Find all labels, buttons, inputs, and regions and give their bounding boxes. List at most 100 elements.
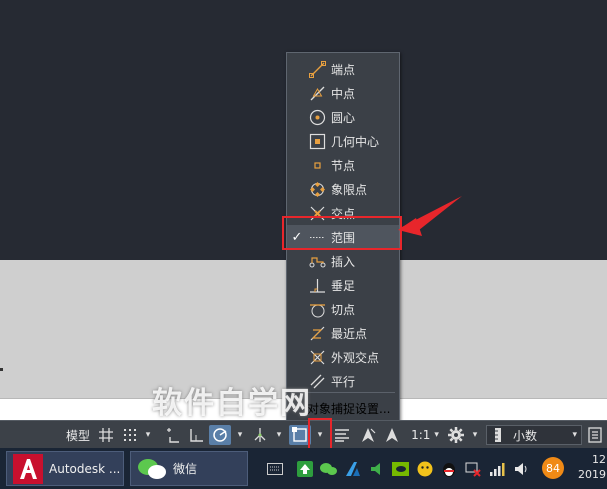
snap-item-apparent-intersection[interactable]: 外观交点 [287,345,399,369]
nvidia-icon [392,461,409,476]
taskbar-autocad-button[interactable]: Autodesk ... [6,451,124,486]
snap-item-label: 最近点 [331,326,368,341]
object-snap-icon [292,427,307,442]
customization-icon [588,427,602,443]
snap-item-label: 几何中心 [331,134,380,149]
yellow-face-icon [417,461,432,476]
snap-item-label: 节点 [331,158,356,173]
annotation-visibility-toggle[interactable] [358,425,378,445]
workspace-dropdown[interactable]: ▾ [469,425,481,445]
windows-taskbar: Autodesk ... 微信 84 [0,448,607,489]
dropdown-arrow: ▾ [472,430,478,440]
snap-item-geometric-center[interactable]: 几何中心 [287,129,399,153]
qq-tray-icon[interactable] [440,460,457,477]
keyboard-icon [266,462,283,475]
midpoint-snap-icon [307,84,327,102]
taskbar-wechat-button[interactable]: 微信 [130,451,248,486]
wechat-tray-icon[interactable] [320,460,337,477]
snap-mode-toggle[interactable] [120,425,140,445]
snap-mode-dropdown[interactable]: ▾ [142,425,154,445]
endpoint-snap-icon [307,60,327,78]
snap-item-endpoint[interactable]: 端点 [287,57,399,81]
isodraft-icon [254,428,266,442]
ortho-icon [213,428,227,442]
snap-item-insertion[interactable]: 插入 [287,249,399,273]
isodraft-dropdown[interactable]: ▾ [273,425,285,445]
snap-item-label: 圆心 [331,110,356,125]
snap-item-label: 中点 [331,86,356,101]
green-speaker-icon [370,462,380,475]
network-disabled-tray-icon[interactable] [464,460,481,477]
red-arrow-annotation [398,196,462,236]
dropdown-arrow: ▾ [572,430,577,440]
ortho-mode-toggle[interactable] [209,425,231,445]
autocad-task-label: Autodesk ... [49,461,121,476]
snap-item-nearest[interactable]: 最近点 [287,321,399,345]
annotation-scale-dropdown[interactable]: 1:1 ▾ [406,425,444,445]
speaker-tray-icon[interactable] [512,460,529,477]
snap-item-label: 象限点 [331,182,368,197]
signal-bars-icon [489,462,504,476]
nvidia-tray-icon[interactable] [392,460,409,477]
snap-item-tangent[interactable]: 切点 [287,297,399,321]
node-snap-icon [307,156,327,174]
qq-game-tray-icon[interactable] [416,460,433,477]
clock-date: 2019 [578,468,606,481]
autocad-logo-icon [13,453,43,484]
workspace-settings-button[interactable] [446,425,466,445]
network-red-x-icon [465,462,481,477]
snap-item-center[interactable]: 圆心 [287,105,399,129]
gear-icon [448,427,464,443]
autodesk-a-icon [345,461,360,476]
update-tray-icon[interactable] [296,460,313,477]
lineweight-toggle[interactable] [332,425,352,445]
keyboard-tray-icon[interactable] [266,460,283,477]
infer-constraints-toggle[interactable] [162,425,182,445]
snap-item-label: 切点 [331,302,356,317]
snap-item-label: 外观交点 [331,350,380,365]
snap-item-label: 平行 [331,374,356,389]
wifi-signal-tray-icon[interactable] [488,460,505,477]
dropdown-arrow: ▾ [237,430,243,440]
up-arrow-icon [296,460,313,477]
annotation-autoscale-toggle[interactable] [382,425,402,445]
volume-mixer-tray-icon[interactable] [368,460,385,477]
grid-toggle[interactable] [96,425,116,445]
snap-item-midpoint[interactable]: 中点 [287,81,399,105]
highlight-box-snap-dropdown [308,418,332,450]
annotation-scale-value: 1:1 [411,428,431,442]
grid-icon [99,428,113,442]
snap-item-label: 垂足 [331,278,356,293]
snap-item-quadrant[interactable]: 象限点 [287,177,399,201]
badge-value: 84 [546,461,560,475]
model-space-button[interactable]: 模型 [64,425,92,445]
isodraft-toggle[interactable] [250,425,270,445]
snap-item-perpendicular[interactable]: 垂足 [287,273,399,297]
system-clock[interactable]: 12 2019 [578,452,606,482]
dynamic-input-icon [190,429,203,442]
center-snap-icon [307,108,327,126]
autodesk-tray-icon[interactable] [344,460,361,477]
dynamic-input-toggle[interactable] [186,425,206,445]
clock-time: 12 [592,453,606,466]
insertion-snap-icon [307,252,327,270]
units-combobox[interactable]: 小数 ▾ [486,425,582,445]
object-snap-settings-label: 对象捕捉设置... [307,401,391,416]
dropdown-arrow: ▾ [434,430,439,440]
dropdown-arrow: ▾ [145,430,151,440]
snap-item-node[interactable]: 节点 [287,153,399,177]
canvas-cursor-dot [0,368,3,371]
badge-tray-icon[interactable]: 84 [542,457,564,479]
annotation-scale-icon [386,428,398,442]
quadrant-snap-icon [307,180,327,198]
highlight-box-selected-item [282,216,402,250]
units-icon [495,428,501,442]
snap-item-label: 端点 [331,62,356,77]
lineweight-icon [335,429,349,442]
snap-item-label: 插入 [331,254,356,269]
nearest-snap-icon [307,324,327,342]
polar-tracking-dropdown[interactable]: ▾ [234,425,246,445]
units-value: 小数 [513,428,538,443]
wechat-small-icon [320,462,337,475]
customization-button[interactable] [586,425,604,445]
